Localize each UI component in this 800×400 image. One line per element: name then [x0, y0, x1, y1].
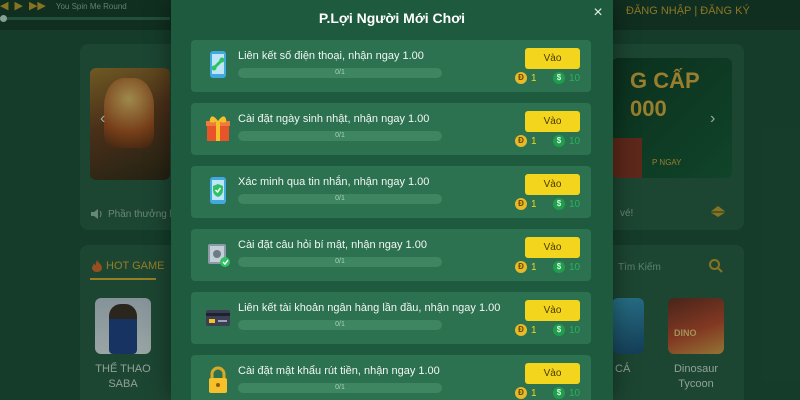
task-progress-text: 0/1 — [335, 321, 345, 328]
cash-reward-value: 10 — [569, 198, 581, 210]
task-progress-text: 0/1 — [335, 132, 345, 139]
cash-reward: $ 10 — [553, 324, 580, 336]
task-go-button[interactable]: Vào — [525, 111, 580, 132]
task-description: Xác minh qua tin nhắn, nhận ngay 1.00 — [238, 176, 430, 188]
cash-reward: $ 10 — [553, 261, 580, 273]
task-row: Liên kết tài khoản ngân hàng lần đầu, nh… — [191, 292, 591, 344]
task-row: Cài đặt ngày sinh nhật, nhận ngay 1.00 0… — [191, 103, 591, 155]
cash-reward: $ 10 — [553, 72, 580, 84]
cash-icon: $ — [553, 387, 565, 399]
task-row: Cài đặt câu hỏi bí mật, nhận ngay 1.00 0… — [191, 229, 591, 281]
phone-link-icon — [205, 50, 231, 80]
task-description: Cài đặt câu hỏi bí mật, nhận ngay 1.00 — [238, 239, 427, 251]
task-row: Xác minh qua tin nhắn, nhận ngay 1.00 0/… — [191, 166, 591, 218]
coin-reward: Đ 1 — [515, 324, 537, 336]
task-progress-text: 0/1 — [335, 69, 345, 76]
coin-reward-value: 1 — [531, 387, 537, 399]
task-progress-bar: 0/1 — [238, 68, 442, 78]
coin-icon: Đ — [515, 324, 527, 336]
coin-icon: Đ — [515, 135, 527, 147]
cash-icon: $ — [553, 324, 565, 336]
cash-reward: $ 10 — [553, 198, 580, 210]
task-go-button[interactable]: Vào — [525, 300, 580, 321]
modal-title: P.Lợi Người Mới Chơi — [318, 10, 466, 26]
cash-reward: $ 10 — [553, 387, 580, 399]
coin-reward-value: 1 — [531, 135, 537, 147]
cash-reward-value: 10 — [569, 261, 581, 273]
task-go-button[interactable]: Vào — [525, 363, 580, 384]
coin-reward: Đ 1 — [515, 198, 537, 210]
task-row: Cài đặt mật khẩu rút tiền, nhận ngay 1.0… — [191, 355, 591, 400]
task-progress-bar: 0/1 — [238, 194, 442, 204]
cash-reward-value: 10 — [569, 72, 581, 84]
task-row: Liên kết số điện thoại, nhận ngay 1.00 0… — [191, 40, 591, 92]
coin-reward: Đ 1 — [515, 387, 537, 399]
padlock-icon — [205, 365, 231, 395]
coin-reward-value: 1 — [531, 324, 537, 336]
task-progress-bar: 0/1 — [238, 383, 442, 393]
close-button[interactable]: × — [589, 4, 607, 22]
cash-icon: $ — [553, 261, 565, 273]
coin-reward-value: 1 — [531, 72, 537, 84]
task-description: Liên kết số điện thoại, nhận ngay 1.00 — [238, 50, 424, 62]
cash-reward-value: 10 — [569, 324, 581, 336]
task-description: Cài đặt mật khẩu rút tiền, nhận ngay 1.0… — [238, 365, 440, 377]
task-progress-bar: 0/1 — [238, 131, 442, 141]
coin-reward: Đ 1 — [515, 261, 537, 273]
task-progress-text: 0/1 — [335, 384, 345, 391]
cash-reward: $ 10 — [553, 135, 580, 147]
phone-shield-icon — [205, 176, 231, 206]
newbie-rewards-modal: P.Lợi Người Mới Chơi × Liên kết số điện … — [171, 0, 613, 400]
task-description: Liên kết tài khoản ngân hàng lần đầu, nh… — [238, 302, 501, 314]
cash-icon: $ — [553, 135, 565, 147]
coin-icon: Đ — [515, 72, 527, 84]
cash-icon: $ — [553, 198, 565, 210]
coin-reward: Đ 1 — [515, 72, 537, 84]
coin-icon: Đ — [515, 261, 527, 273]
coin-reward-value: 1 — [531, 261, 537, 273]
task-go-button[interactable]: Vào — [525, 237, 580, 258]
task-description: Cài đặt ngày sinh nhật, nhận ngay 1.00 — [238, 113, 430, 125]
cash-reward-value: 10 — [569, 387, 581, 399]
coin-icon: Đ — [515, 198, 527, 210]
task-progress-text: 0/1 — [335, 195, 345, 202]
task-go-button[interactable]: Vào — [525, 174, 580, 195]
task-progress-bar: 0/1 — [238, 320, 442, 330]
bank-card-icon — [205, 302, 231, 332]
coin-reward-value: 1 — [531, 198, 537, 210]
coin-reward: Đ 1 — [515, 135, 537, 147]
gift-icon — [205, 113, 231, 143]
cash-reward-value: 10 — [569, 135, 581, 147]
task-progress-text: 0/1 — [335, 258, 345, 265]
cash-icon: $ — [553, 72, 565, 84]
coin-icon: Đ — [515, 387, 527, 399]
task-progress-bar: 0/1 — [238, 257, 442, 267]
safe-icon — [205, 239, 231, 269]
task-go-button[interactable]: Vào — [525, 48, 580, 69]
